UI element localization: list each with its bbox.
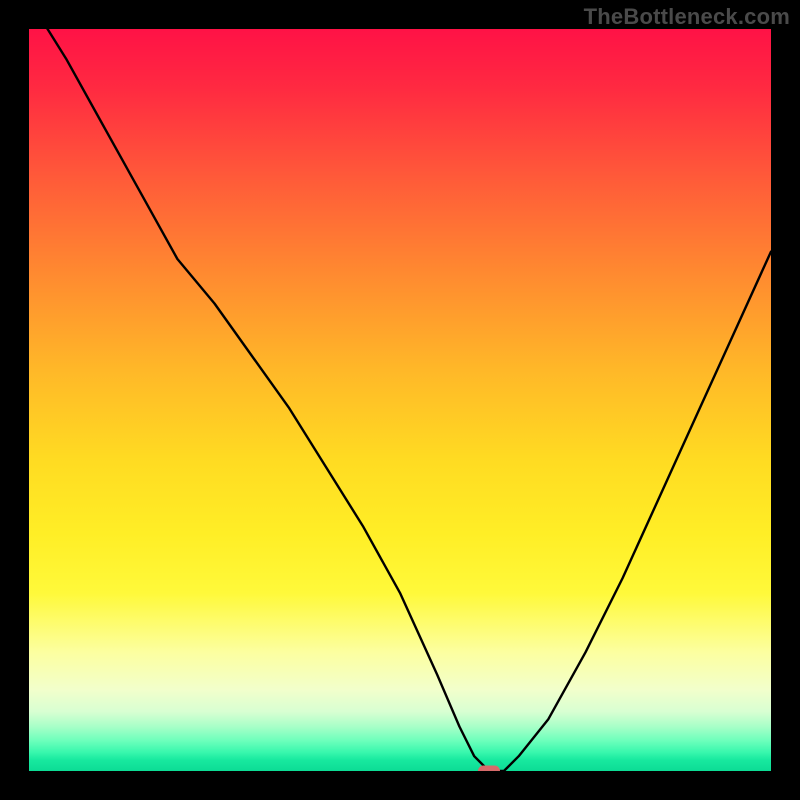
watermark-text: TheBottleneck.com xyxy=(584,4,790,30)
bottleneck-curve xyxy=(29,29,771,771)
chart-frame: TheBottleneck.com xyxy=(0,0,800,800)
plot-area xyxy=(29,29,771,771)
optimal-point-marker xyxy=(478,766,500,772)
